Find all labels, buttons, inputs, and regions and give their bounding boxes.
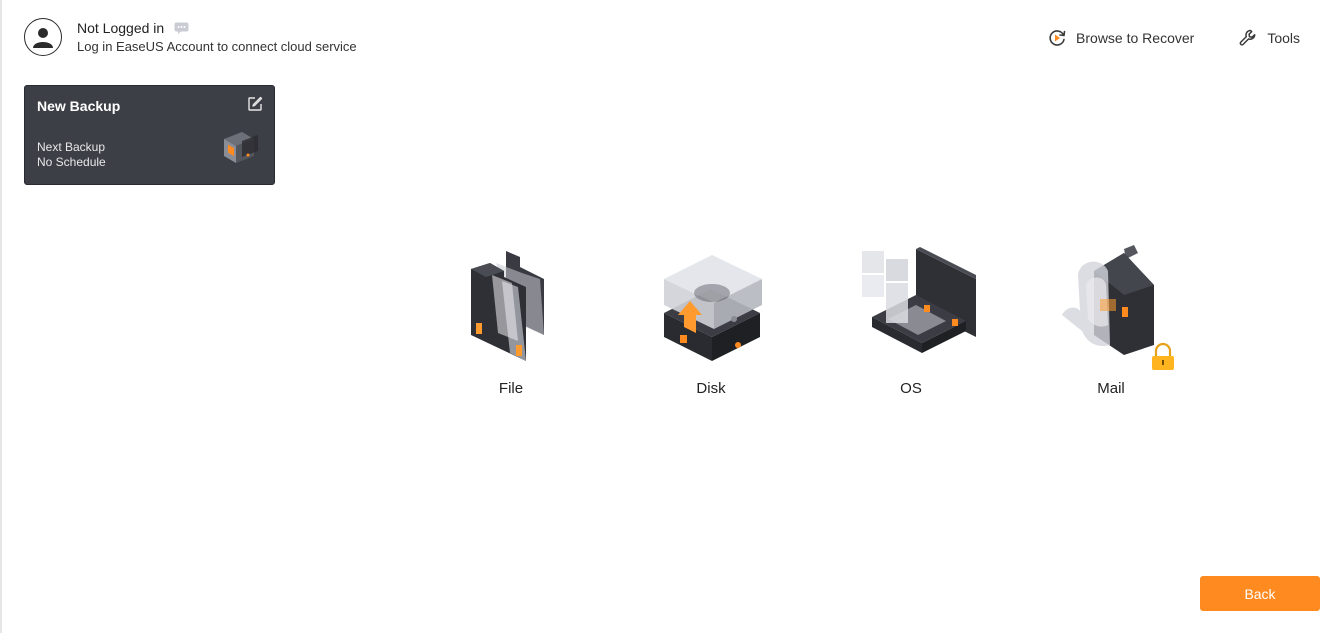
disk-upload-icon bbox=[664, 255, 762, 361]
schedule-status: No Schedule bbox=[37, 155, 106, 169]
os-windows-icon bbox=[862, 247, 976, 353]
app-window: Not Logged in Log in EaseUS Account to c… bbox=[0, 0, 1334, 633]
back-button[interactable]: Back bbox=[1200, 576, 1320, 611]
browse-to-recover-button[interactable]: Browse to Recover bbox=[1047, 28, 1194, 48]
account-header: Not Logged in Log in EaseUS Account to c… bbox=[24, 18, 357, 56]
backup-type-list: File Disk OS Mail bbox=[411, 245, 1211, 397]
wrench-icon bbox=[1238, 28, 1258, 48]
edit-icon[interactable] bbox=[247, 96, 263, 112]
backup-type-disk-label: Disk bbox=[696, 380, 726, 397]
account-status-row: Not Logged in bbox=[77, 19, 357, 37]
top-actions: Browse to Recover Tools bbox=[1047, 28, 1300, 48]
tools-label: Tools bbox=[1267, 30, 1300, 46]
login-prompt-link[interactable]: Log in EaseUS Account to connect cloud s… bbox=[77, 38, 357, 55]
backup-type-file[interactable]: File bbox=[411, 245, 611, 397]
new-backup-card[interactable]: New Backup Next Backup No Schedule bbox=[24, 85, 275, 185]
backup-device-icon bbox=[224, 132, 258, 163]
backup-type-file-label: File bbox=[498, 380, 524, 397]
chat-icon[interactable] bbox=[174, 22, 189, 34]
mail-lock-icon bbox=[1062, 245, 1174, 370]
next-backup-label: Next Backup bbox=[37, 140, 106, 154]
backup-type-os[interactable]: OS bbox=[811, 245, 1011, 397]
backup-type-mail[interactable]: Mail bbox=[1011, 245, 1211, 397]
tools-button[interactable]: Tools bbox=[1238, 28, 1300, 48]
avatar-icon[interactable] bbox=[24, 18, 62, 56]
backup-type-mail-label: Mail bbox=[1097, 380, 1125, 397]
backup-type-disk[interactable]: Disk bbox=[611, 245, 811, 397]
account-text: Not Logged in Log in EaseUS Account to c… bbox=[77, 19, 357, 55]
browse-to-recover-label: Browse to Recover bbox=[1076, 30, 1195, 46]
backup-type-os-label: OS bbox=[900, 380, 922, 397]
folder-file-icon bbox=[471, 251, 544, 361]
login-status: Not Logged in bbox=[77, 20, 165, 36]
browse-recover-icon bbox=[1047, 28, 1067, 48]
backup-card-title: New Backup bbox=[37, 98, 121, 114]
